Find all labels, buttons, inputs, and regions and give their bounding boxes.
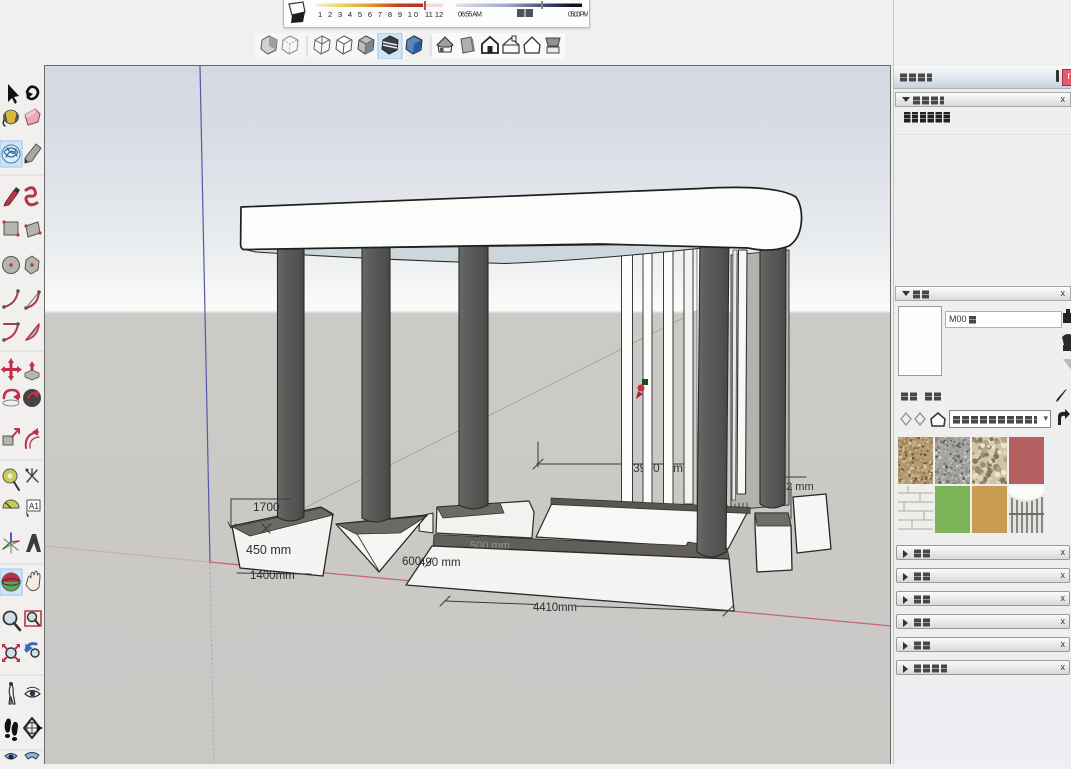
svg-text:490 mm: 490 mm — [419, 557, 461, 569]
svg-text:11 12: 11 12 — [425, 10, 443, 19]
svg-text:A1: A1 — [29, 502, 39, 511]
svg-text:06:55 AM: 06:55 AM — [458, 12, 482, 19]
svg-text:4410mm: 4410mm — [533, 602, 577, 614]
svg-text:1 2 3 4 5 6 7 8 9 10: 1 2 3 4 5 6 7 8 9 10 — [318, 10, 418, 19]
svg-text:05:00 PM: 05:00 PM — [568, 12, 588, 19]
svg-text:1700: 1700 — [253, 500, 280, 514]
svg-text:450 mm: 450 mm — [246, 543, 291, 557]
svg-text:1400mm: 1400mm — [250, 570, 295, 582]
svg-text:3900 mm: 3900 mm — [633, 461, 683, 475]
